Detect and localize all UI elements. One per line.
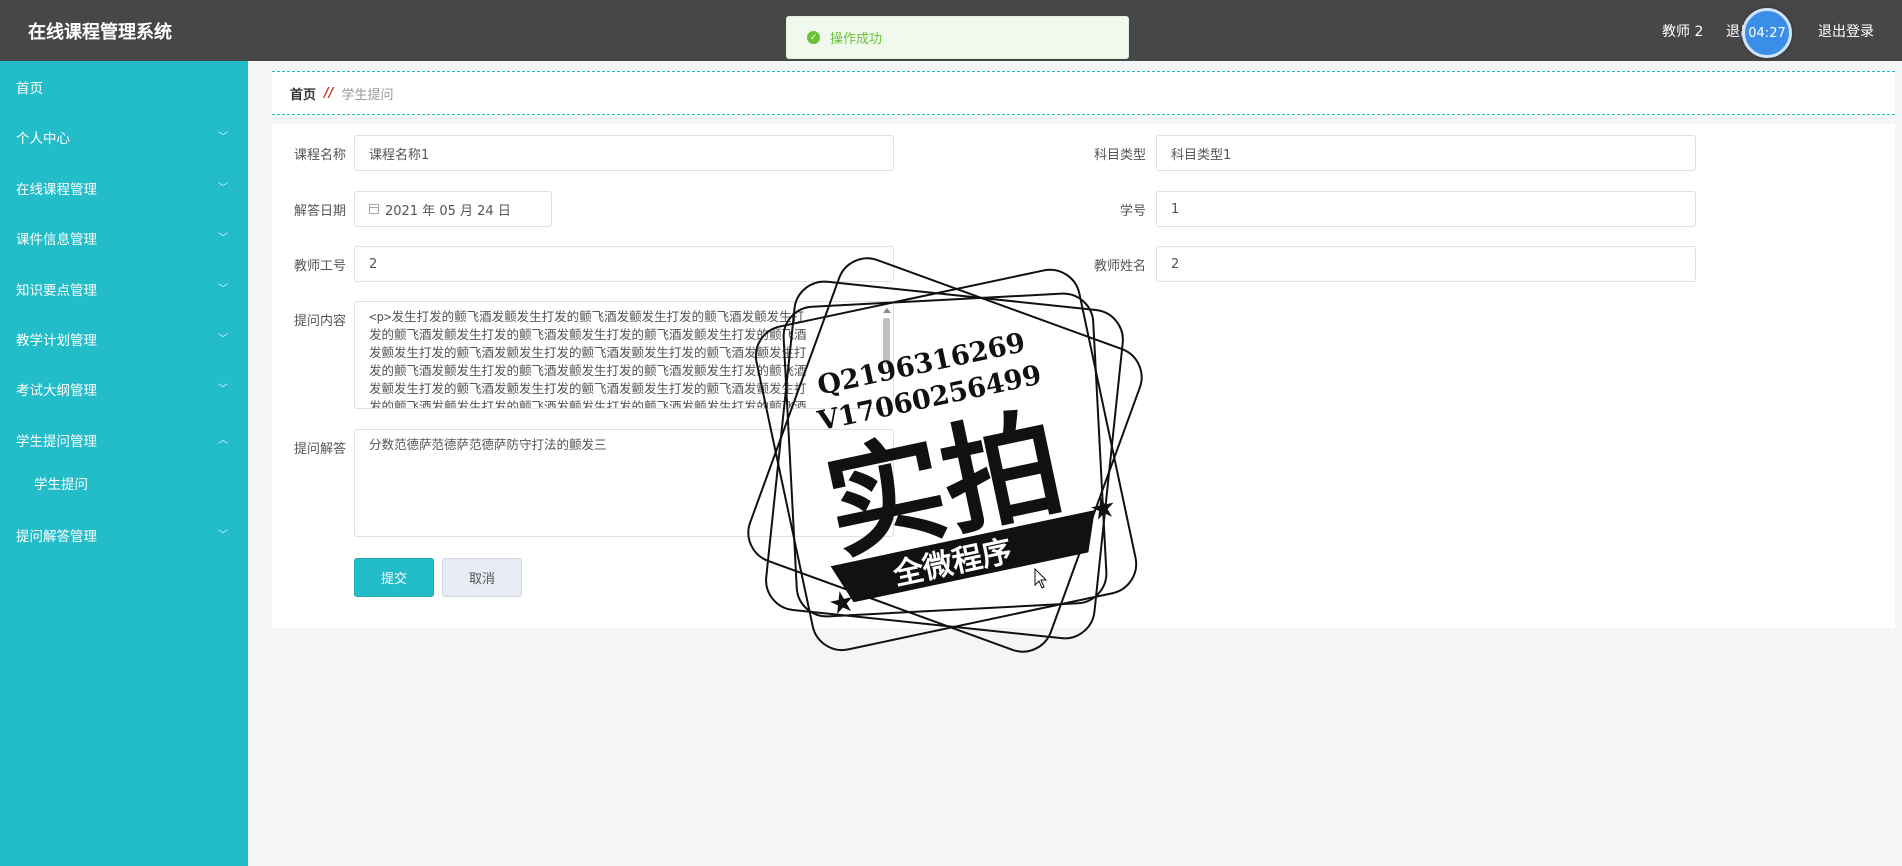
sidebar-item-label: 课件信息管理 xyxy=(16,232,97,248)
calendar-icon xyxy=(369,204,379,214)
check-circle-icon: ✓ xyxy=(807,31,820,44)
scrollbar[interactable] xyxy=(882,308,891,402)
success-toast: ✓ 操作成功 xyxy=(786,16,1129,59)
sidebar-item-knowledge-management[interactable]: 知识要点管理 ﹀ xyxy=(0,265,248,313)
cancel-button[interactable]: 取消 xyxy=(442,558,522,597)
text-line: 发的颤飞酒发颤发生打发的颤飞酒发颤发生打发的颤飞酒发颤发生打发的颤飞酒 xyxy=(369,399,807,409)
answer-date-picker[interactable]: 2021 年 05 月 24 日 xyxy=(354,191,552,227)
scrollbar-thumb[interactable] xyxy=(883,318,890,364)
breadcrumb-separator: // xyxy=(324,85,334,101)
sidebar: 首页 个人中心 ﹀ 在线课程管理 ﹀ 课件信息管理 ﹀ 知识要点管理 ﹀ 教学计… xyxy=(0,61,248,866)
sidebar-item-label: 知识要点管理 xyxy=(16,283,97,299)
sidebar-item-label: 教学计划管理 xyxy=(16,333,97,349)
chevron-up-icon: ︿ xyxy=(218,435,228,446)
sidebar-item-label: 在线课程管理 xyxy=(16,182,97,198)
sidebar-item-label: 提问解答管理 xyxy=(16,529,97,545)
scroll-up-arrow-icon[interactable] xyxy=(883,308,891,313)
sidebar-item-student-question[interactable]: 学生提问 xyxy=(0,461,248,505)
toast-message: 操作成功 xyxy=(830,32,883,47)
breadcrumb: 首页 // 学生提问 xyxy=(272,71,1895,115)
chevron-down-icon: ﹀ xyxy=(218,233,228,244)
chevron-down-icon: ﹀ xyxy=(218,384,228,395)
sidebar-item-courseware-management[interactable]: 课件信息管理 ﹀ xyxy=(0,214,248,262)
sidebar-item-home[interactable]: 首页 xyxy=(0,63,248,111)
sidebar-item-answer-management[interactable]: 提问解答管理 ﹀ xyxy=(0,511,248,559)
course-name-field[interactable]: 课程名称1 xyxy=(354,135,894,171)
question-answer-textarea[interactable]: 分数范德萨范德萨范德萨防守打法的颤发三 xyxy=(354,429,894,537)
breadcrumb-current: 学生提问 xyxy=(341,87,394,103)
student-no-label: 学号 xyxy=(1119,204,1146,219)
answer-date-label: 解答日期 xyxy=(293,204,346,219)
sidebar-item-label: 学生提问管理 xyxy=(16,434,97,450)
course-name-label: 课程名称 xyxy=(293,148,346,163)
app-title: 在线课程管理系统 xyxy=(28,22,172,43)
sidebar-item-course-management[interactable]: 在线课程管理 ﹀ xyxy=(0,164,248,212)
question-content-textarea[interactable]: <p>发生打发的颤飞酒发颤发生打发的颤飞酒发颤发生打发的颤飞酒发颤发生打 发的颤… xyxy=(354,301,894,409)
chevron-down-icon: ﹀ xyxy=(218,284,228,295)
breadcrumb-home[interactable]: 首页 xyxy=(290,84,316,103)
teacher-id-label: 教师工号 xyxy=(293,259,346,274)
chevron-down-icon: ﹀ xyxy=(218,132,228,143)
question-answer-label: 提问解答 xyxy=(293,442,346,457)
current-user: 教师 2 xyxy=(1662,24,1704,40)
teacher-id-field[interactable]: 2 xyxy=(354,246,894,282)
mouse-cursor-icon xyxy=(1034,568,1048,589)
submit-button[interactable]: 提交 xyxy=(354,558,434,597)
answer-date-value: 2021 年 05 月 24 日 xyxy=(385,203,511,219)
sidebar-item-personal-center[interactable]: 个人中心 ﹀ xyxy=(0,113,248,161)
chevron-down-icon: ﹀ xyxy=(218,530,228,541)
sidebar-item-label: 学生提问 xyxy=(34,477,88,493)
logout-link[interactable]: 退出登录 xyxy=(1818,21,1874,41)
sidebar-item-student-question-management[interactable]: 学生提问管理 ︿ xyxy=(0,416,248,464)
chevron-down-icon: ﹀ xyxy=(218,334,228,345)
text-line: 发颤发生打发的颤飞酒发颤发生打发的颤飞酒发颤发生打发的颤飞酒发颤发生打 xyxy=(369,345,807,360)
timer-badge: 04:27 xyxy=(1742,8,1792,58)
sidebar-item-exam-outline[interactable]: 考试大纲管理 ﹀ xyxy=(0,365,248,413)
sidebar-item-label: 考试大纲管理 xyxy=(16,383,97,399)
question-content-label: 提问内容 xyxy=(293,314,346,329)
sidebar-item-teaching-plan[interactable]: 教学计划管理 ﹀ xyxy=(0,315,248,363)
teacher-name-label: 教师姓名 xyxy=(1093,259,1146,274)
text-line: 发颤发生打发的颤飞酒发颤发生打发的颤飞酒发颤发生打发的颤飞酒发颤发生打 xyxy=(369,381,807,396)
student-no-field[interactable]: 1 xyxy=(1156,191,1696,227)
text-line: 发的颤飞酒发颤发生打发的颤飞酒发颤发生打发的颤飞酒发颤发生打发的颤飞酒 xyxy=(369,363,807,378)
subject-type-label: 科目类型 xyxy=(1093,148,1146,163)
sidebar-item-label: 个人中心 xyxy=(16,131,70,147)
chevron-down-icon: ﹀ xyxy=(218,183,228,194)
teacher-name-field[interactable]: 2 xyxy=(1156,246,1696,282)
sidebar-item-label: 首页 xyxy=(16,81,43,97)
text-line: 发的颤飞酒发颤发生打发的颤飞酒发颤发生打发的颤飞酒发颤发生打发的颤飞酒 xyxy=(369,327,807,342)
subject-type-field[interactable]: 科目类型1 xyxy=(1156,135,1696,171)
text-line: <p>发生打发的颤飞酒发颤发生打发的颤飞酒发颤发生打发的颤飞酒发颤发生打 xyxy=(369,309,805,324)
question-form: 课程名称 课程名称1 科目类型 科目类型1 解答日期 2021 年 05 月 2… xyxy=(272,124,1895,628)
